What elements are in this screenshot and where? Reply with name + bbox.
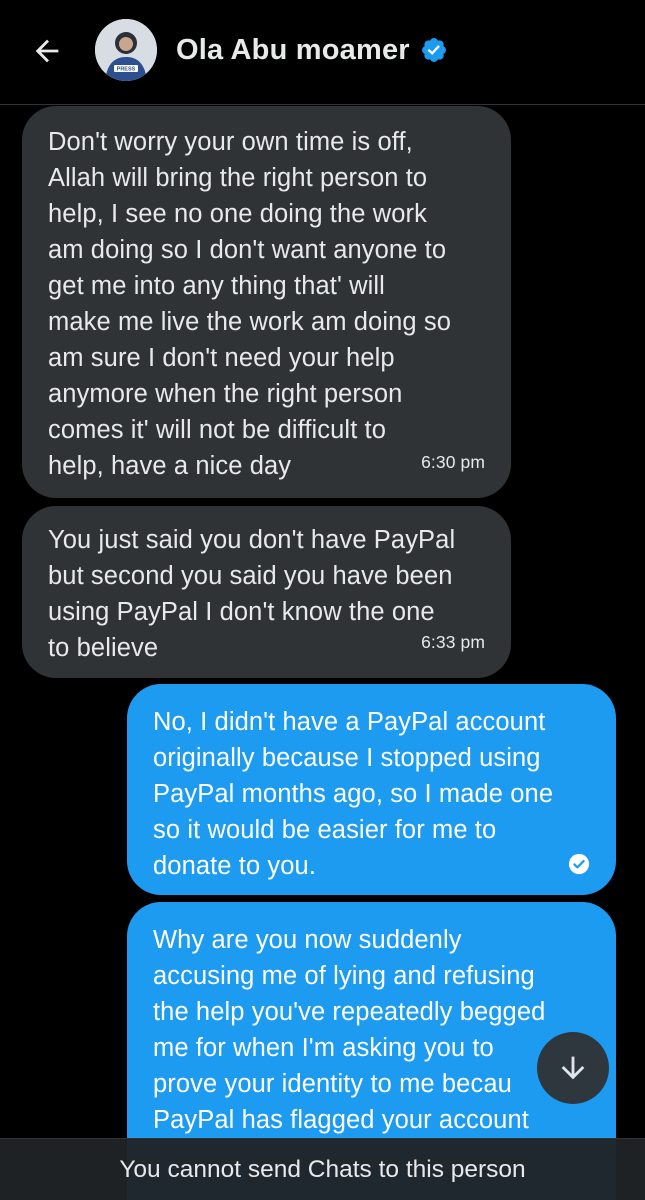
message-text: Don't worry your own time is off, Allah … xyxy=(48,128,451,480)
title-wrap[interactable]: Ola Abu moamer xyxy=(176,30,448,70)
seen-check-icon xyxy=(568,853,590,875)
chat-screen: PRESS Ola Abu moamer Don't worry your ow… xyxy=(0,0,645,1200)
arrow-down-icon xyxy=(561,1056,585,1080)
message-bubble-incoming[interactable]: You just said you don't have PayPal but … xyxy=(22,506,511,678)
message-text: Why are you now suddenly accusing me of … xyxy=(153,926,546,1134)
message-bubble-outgoing[interactable]: No, I didn't have a PayPal account origi… xyxy=(127,684,616,895)
cannot-send-notice: You cannot send Chats to this person xyxy=(0,1138,645,1200)
back-button[interactable] xyxy=(22,26,72,76)
avatar-image: PRESS xyxy=(95,19,157,81)
contact-name: Ola Abu moamer xyxy=(176,33,410,66)
message-timestamp: 6:30 pm xyxy=(421,452,485,472)
message-bubble-incoming[interactable]: Don't worry your own time is off, Allah … xyxy=(22,106,511,498)
scroll-to-bottom-button[interactable] xyxy=(537,1032,609,1104)
chat-header: PRESS Ola Abu moamer xyxy=(0,0,645,105)
avatar-press-badge: PRESS xyxy=(117,67,136,73)
notice-text: You cannot send Chats to this person xyxy=(119,1155,526,1183)
message-timestamp: 6:33 pm xyxy=(421,632,485,652)
verified-badge-icon xyxy=(421,38,446,62)
message-text: You just said you don't have PayPal but … xyxy=(48,526,456,662)
arrow-left-icon xyxy=(35,39,59,63)
message-text: No, I didn't have a PayPal account origi… xyxy=(153,708,554,880)
avatar[interactable]: PRESS xyxy=(95,19,157,81)
